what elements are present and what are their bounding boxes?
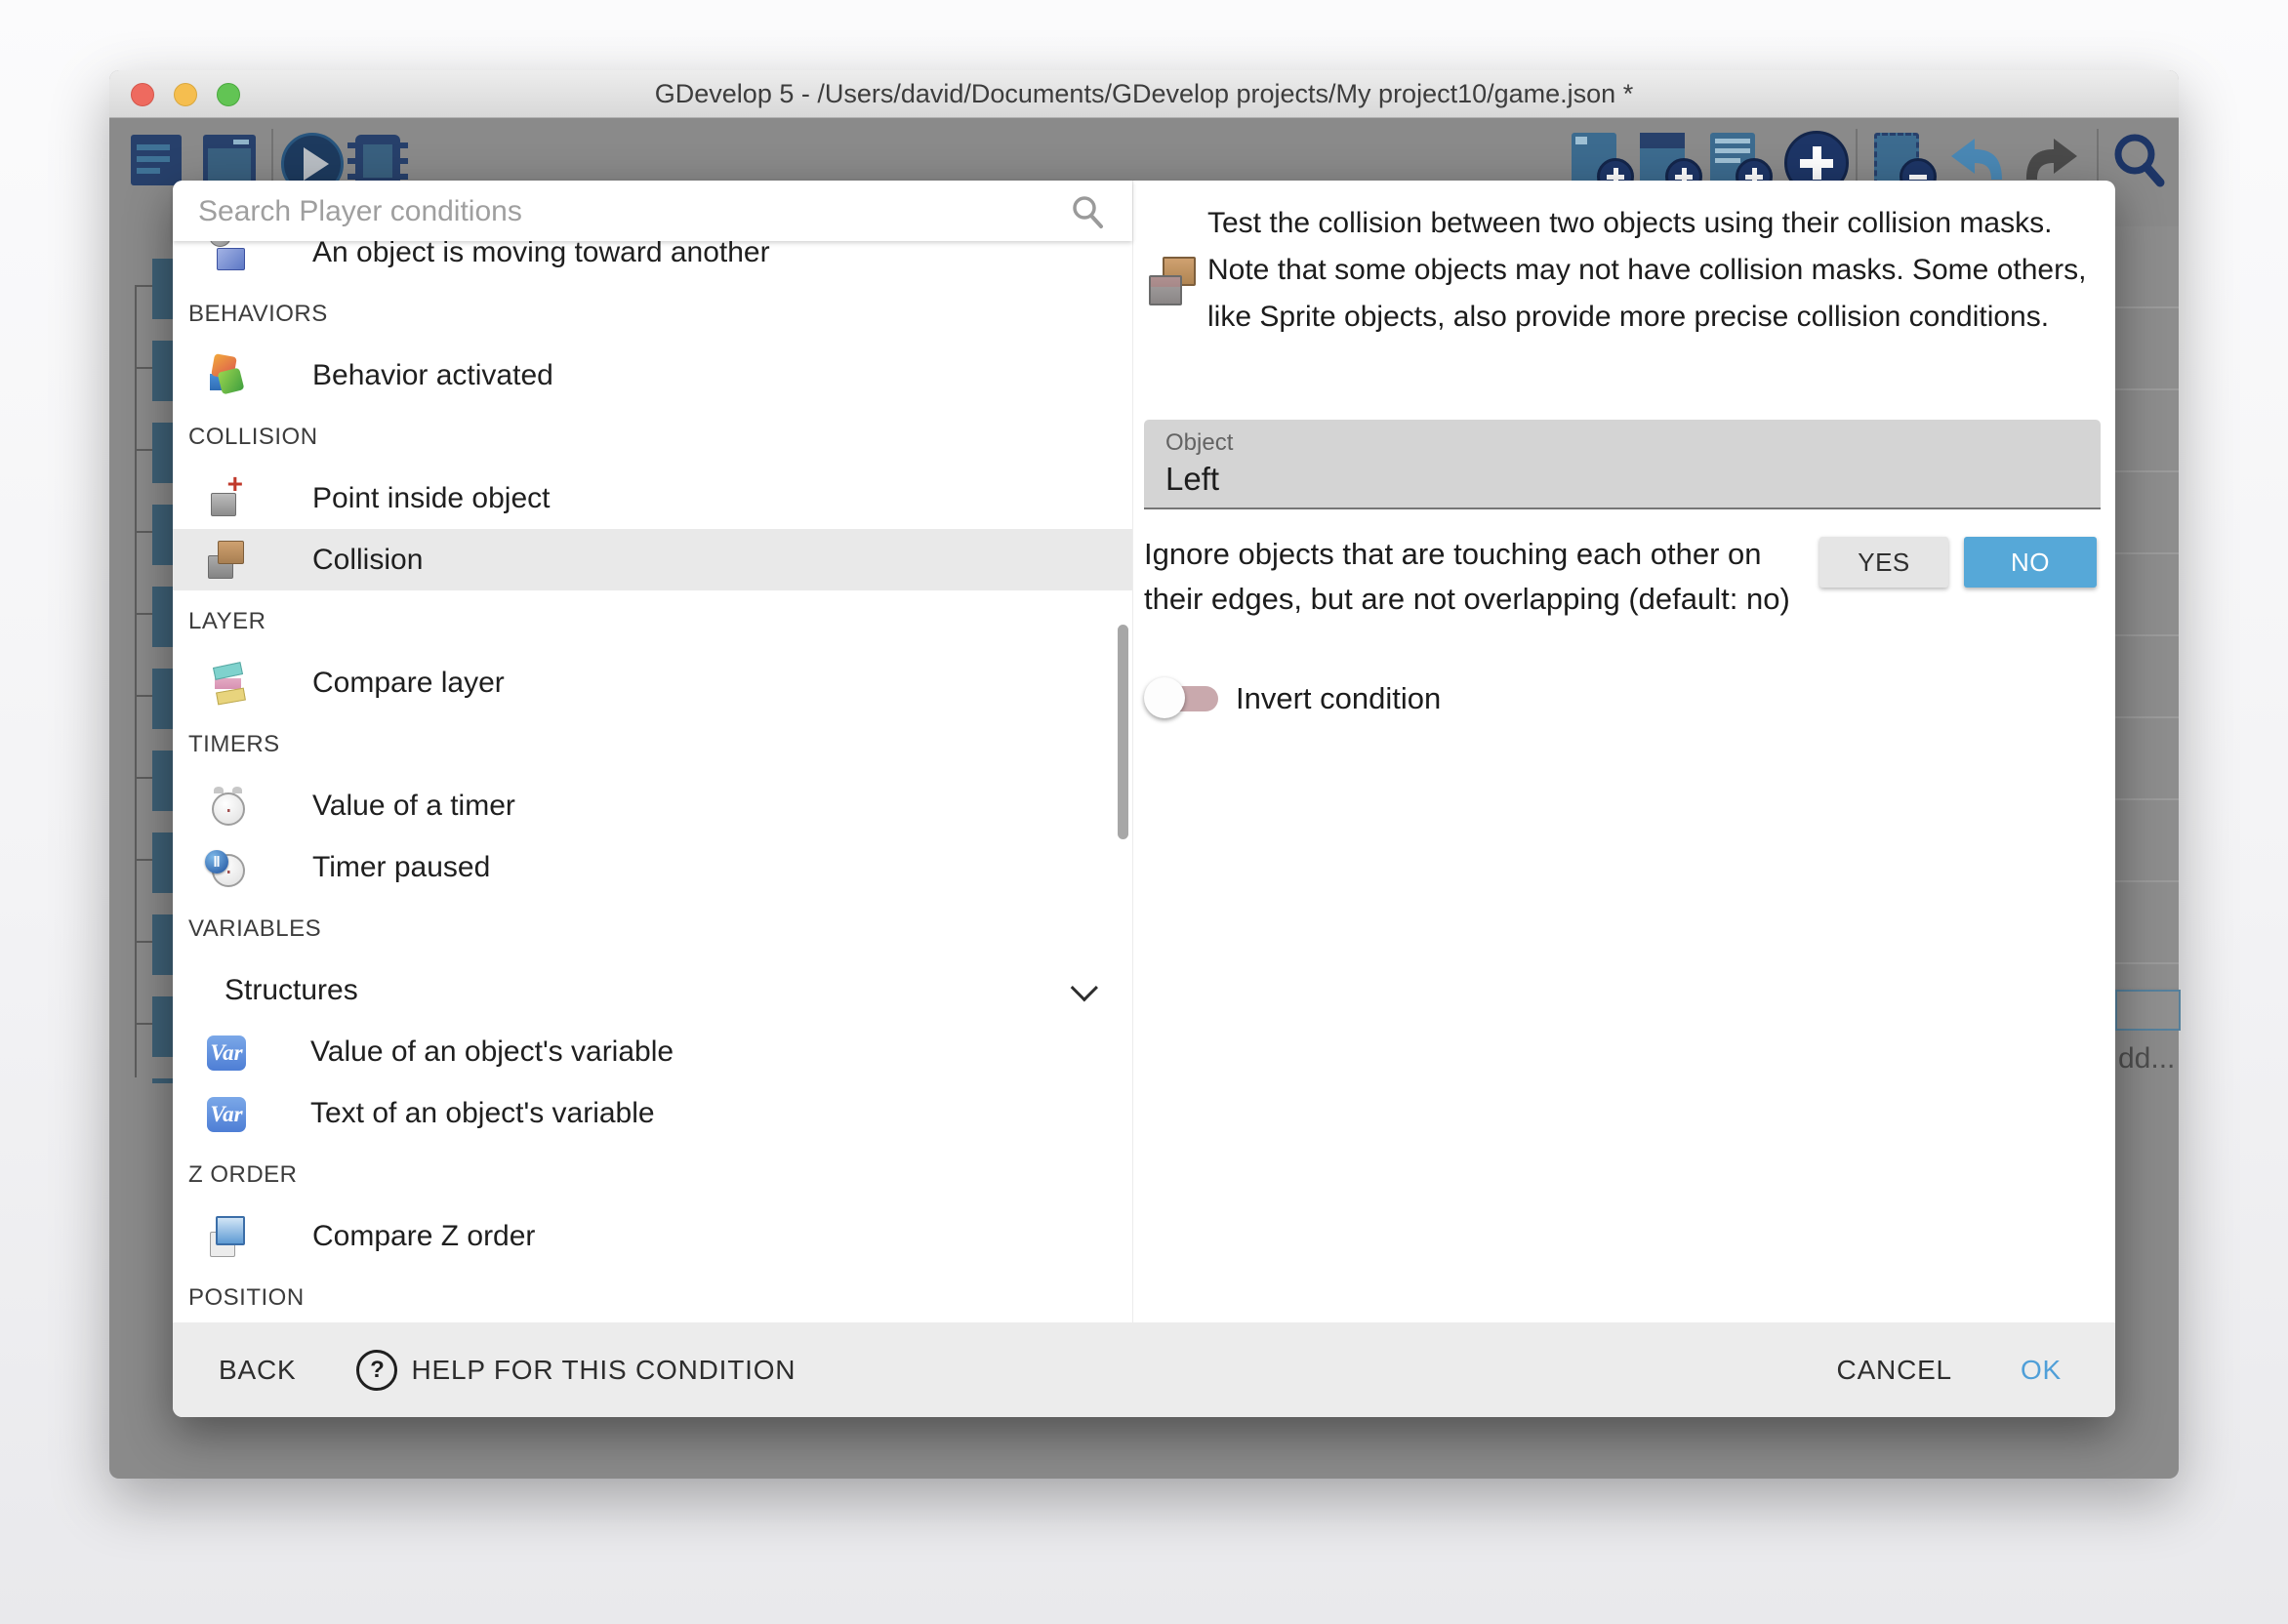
object-field-value: Left	[1165, 461, 1219, 498]
list-scrollbar[interactable]	[1118, 625, 1128, 839]
condition-item-point-inside-object[interactable]: Point inside object	[173, 467, 1132, 529]
help-icon: ?	[356, 1350, 397, 1391]
condition-item-label: Timer paused	[312, 851, 490, 884]
compare-z-icon	[207, 1216, 248, 1257]
condition-description: Test the collision between two objects u…	[1207, 200, 2098, 341]
condition-item-timer-paused[interactable]: Timer paused	[173, 836, 1132, 898]
collision-icon	[1149, 257, 1198, 305]
magnifier-icon	[2109, 131, 2170, 191]
condition-list: An object is moving toward another BEHAVI…	[173, 241, 1132, 1322]
search-icon	[1070, 194, 1105, 229]
section-header-timers: TIMERS	[173, 713, 1132, 775]
project-manager-icon	[131, 135, 182, 185]
moving-toward-icon	[207, 241, 248, 273]
condition-detail-panel: Test the collision between two objects u…	[1135, 181, 2115, 1322]
section-header-behaviors: BEHAVIORS	[173, 283, 1132, 345]
condition-item-text-of-an-object-s-variable[interactable]: Var Text of an object's variable	[173, 1082, 1132, 1144]
window-title: GDevelop 5 - /Users/david/Documents/GDev…	[109, 70, 2179, 117]
section-header-layer: LAYER	[173, 590, 1132, 652]
condition-item-label: Value of a timer	[312, 790, 515, 823]
timer-icon	[207, 786, 248, 827]
ok-button[interactable]: OK	[2021, 1355, 2062, 1386]
events-bracket-lines	[135, 285, 154, 1077]
point-inside-icon	[207, 478, 248, 519]
cancel-button[interactable]: CANCEL	[1837, 1355, 1952, 1386]
condition-item-label: Behavior activated	[312, 359, 553, 392]
behavior-icon	[207, 355, 248, 396]
ignore-touching-question: Ignore objects that are touching each ot…	[1144, 532, 1793, 622]
section-header-variables: VARIABLES	[173, 898, 1132, 959]
condition-item-collision[interactable]: Collision	[173, 529, 1132, 590]
toggle-knob	[1144, 677, 1185, 718]
back-button[interactable]: BACK	[219, 1355, 296, 1386]
dialog-footer: BACK ? HELP FOR THIS CONDITION CANCEL OK	[173, 1322, 2115, 1417]
var-icon: Var	[207, 1035, 246, 1071]
section-header-z-order: Z ORDER	[173, 1144, 1132, 1205]
condition-item-label: Point inside object	[312, 482, 551, 515]
condition-item-compare-layer[interactable]: Compare layer	[173, 652, 1132, 713]
search-input[interactable]	[196, 188, 1040, 235]
timer-paused-icon	[207, 847, 248, 888]
condition-item-label: Text of an object's variable	[310, 1097, 655, 1130]
screen: GDevelop 5 - /Users/david/Documents/GDev…	[0, 0, 2288, 1624]
help-button-label: HELP FOR THIS CONDITION	[411, 1355, 796, 1386]
search-bar	[173, 181, 1132, 241]
condition-item-value-of-an-object-s-variable[interactable]: Var Value of an object's variable	[173, 1021, 1132, 1082]
condition-item-compare-z-order[interactable]: Compare Z order	[173, 1205, 1132, 1267]
condition-item-structures[interactable]: Structures	[173, 959, 1132, 1021]
collision-icon	[207, 540, 248, 581]
object-field-label: Object	[1165, 429, 1233, 457]
condition-item-label: Value of an object's variable	[310, 1035, 674, 1069]
footer-actions: CANCEL OK	[1837, 1355, 2115, 1386]
background-add-label: dd...	[2118, 1042, 2175, 1076]
no-button[interactable]: NO	[1964, 537, 2097, 588]
events-condition-cells	[152, 259, 173, 1083]
section-header-position: POSITION	[173, 1267, 1132, 1322]
choose-condition-dialog: An object is moving toward another BEHAVI…	[173, 181, 2115, 1417]
condition-item-label: Compare layer	[312, 667, 505, 700]
var-icon: Var	[207, 1097, 246, 1132]
help-button[interactable]: ? HELP FOR THIS CONDITION	[356, 1350, 796, 1391]
yes-button[interactable]: YES	[1819, 537, 1948, 588]
condition-item-label: Compare Z order	[312, 1220, 535, 1253]
object-field[interactable]: Object Left	[1144, 420, 2101, 509]
compare-layer-icon	[207, 663, 248, 704]
conditions-panel: An object is moving toward another BEHAVI…	[173, 181, 1133, 1322]
events-selected-row-outline	[2115, 990, 2181, 1031]
condition-item-label: Collision	[312, 544, 423, 577]
condition-item-label: Structures	[225, 974, 358, 1007]
invert-condition-toggle[interactable]	[1144, 673, 1220, 722]
condition-item-an-object-is-moving-toward-another[interactable]: An object is moving toward another	[173, 241, 1132, 283]
debug-chip-icon	[355, 135, 400, 187]
condition-list-inner: An object is moving toward another BEHAVI…	[173, 241, 1132, 1322]
invert-condition-label: Invert condition	[1236, 676, 1441, 721]
events-rows-right	[2115, 226, 2179, 988]
section-header-collision: COLLISION	[173, 406, 1132, 467]
chevron-down-icon[interactable]	[1071, 974, 1098, 1001]
scene-window-icon	[203, 135, 256, 187]
condition-item-label: An object is moving toward another	[312, 241, 770, 269]
window-titlebar[interactable]: GDevelop 5 - /Users/david/Documents/GDev…	[109, 70, 2179, 118]
condition-item-value-of-a-timer[interactable]: Value of a timer	[173, 775, 1132, 836]
search-events-button[interactable]	[2109, 131, 2172, 191]
condition-item-behavior-activated[interactable]: Behavior activated	[173, 345, 1132, 406]
